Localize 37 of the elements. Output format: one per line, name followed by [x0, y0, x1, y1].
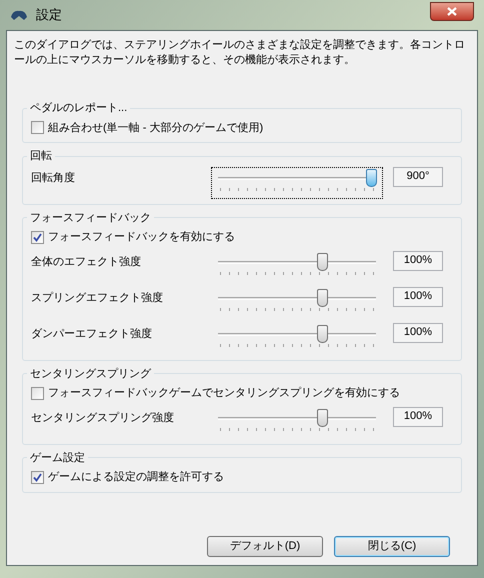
dialog-button[interactable]: 閉じる(C) — [334, 536, 450, 557]
checkbox[interactable] — [31, 230, 44, 244]
slider-label: スプリングエフェクト強度 — [31, 290, 164, 306]
checkbox[interactable] — [31, 121, 44, 134]
window-title: 設定 — [36, 6, 62, 24]
value-field: 100% — [393, 406, 443, 426]
checkbox-label[interactable]: フォースフィードバックゲームでセンタリングスプリングを有効にする — [48, 385, 400, 402]
slider-label: 回転角度 — [31, 170, 76, 186]
value-field: 100% — [393, 322, 443, 342]
group-title: フォースフィードバック — [29, 210, 152, 226]
group-title: ペダルのレポート... — [29, 101, 128, 116]
group-title: ゲーム設定 — [29, 450, 86, 466]
dialog-button[interactable]: デフォルト(D) — [207, 536, 323, 557]
check-icon — [33, 232, 42, 242]
checkbox[interactable] — [31, 470, 44, 484]
checkbox[interactable] — [31, 386, 44, 400]
slider-label: センタリングスプリング強度 — [31, 410, 175, 426]
group-title: センタリングスプリング — [29, 366, 152, 382]
check-icon — [33, 472, 42, 482]
value-field: 900° — [393, 166, 443, 186]
close-button[interactable] — [430, 2, 474, 20]
checkbox-label[interactable]: 組み合わせ(単一軸 - 大部分のゲームで使用) — [48, 120, 264, 136]
slider-thumb[interactable] — [317, 408, 328, 426]
value-field: 100% — [393, 250, 443, 270]
slider-label: 全体のエフェクト強度 — [31, 254, 142, 270]
slider-thumb[interactable] — [317, 252, 328, 270]
slider-thumb[interactable] — [317, 324, 328, 342]
slider-label: ダンパーエフェクト強度 — [31, 326, 153, 342]
slider-thumb[interactable] — [317, 288, 328, 306]
group-title: 回転 — [29, 149, 53, 164]
description-text: このダイアログでは、ステアリングホイールのさまざまな設定を調整できます。各コントロールの上にマウスカーソルを移動すると、その機能が表示されます。 — [14, 38, 466, 68]
checkbox-label[interactable]: ゲームによる設定の調整を許可する — [48, 469, 224, 486]
close-icon — [447, 6, 457, 16]
value-field: 100% — [393, 286, 443, 306]
slider-thumb[interactable] — [366, 168, 378, 186]
slider[interactable] — [211, 166, 383, 198]
checkbox-label[interactable]: フォースフィードバックを有効にする — [48, 229, 235, 246]
